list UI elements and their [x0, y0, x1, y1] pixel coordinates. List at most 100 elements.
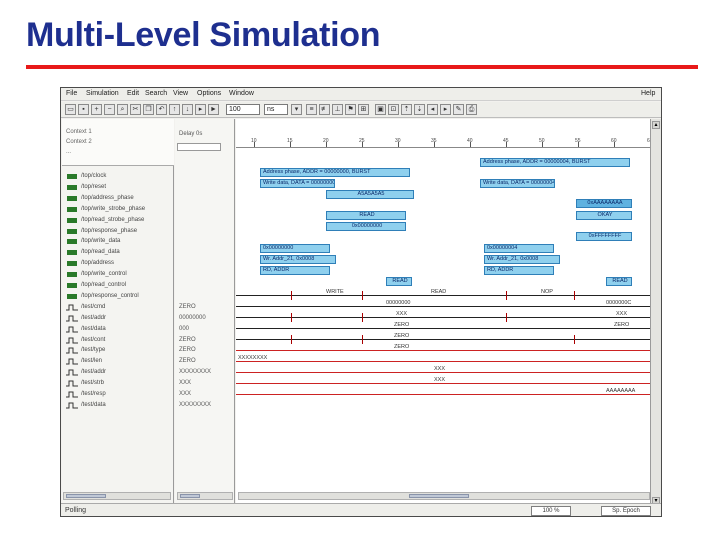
wave-wctl-b[interactable]: Wr. Addr_21, 0x0008	[484, 255, 560, 264]
wave-ctrl-a[interactable]: 0x00000000	[260, 244, 330, 253]
signal-row[interactable]: /top/write_strobe_phase	[66, 204, 145, 214]
zoom-fit-icon[interactable]: ▣	[375, 104, 386, 115]
scroll-up-icon[interactable]: ▴	[652, 121, 660, 129]
signal-row[interactable]: /top/write_data	[66, 236, 120, 246]
signal-name: /top/read_data	[81, 249, 120, 255]
unit-select[interactable]: ns	[264, 104, 288, 115]
menu-search[interactable]: Search	[145, 90, 167, 97]
menu-file[interactable]: File	[66, 90, 77, 97]
signal-row[interactable]: /top/address_phase	[66, 193, 134, 203]
signal-hscroll-thumb[interactable]	[66, 494, 106, 498]
cut-icon[interactable]: ✂	[130, 104, 141, 115]
timeline-tick-label: 35	[431, 138, 437, 144]
value-filter-input[interactable]	[177, 143, 221, 151]
signal-up-icon[interactable]: ⇡	[401, 104, 412, 115]
timeline-tick-label: 15	[287, 138, 293, 144]
grid-icon[interactable]: ⊞	[358, 104, 369, 115]
wave-add-icon[interactable]: ≡	[306, 104, 317, 115]
wave-rdata[interactable]: 0xAAAAAAAA	[576, 199, 632, 208]
wave-data-a[interactable]: 0x00000000	[326, 222, 406, 231]
print-icon[interactable]: ⎙	[466, 104, 477, 115]
vertical-scrollbar[interactable]: ▴ ▾	[651, 119, 661, 509]
wave-response-a[interactable]: READ	[326, 211, 406, 220]
menu-simulation[interactable]: Simulation	[86, 90, 119, 97]
menu-window[interactable]: Window	[229, 90, 254, 97]
signal-row[interactable]: /top/response_control	[66, 291, 139, 301]
wave-data-b[interactable]: 0xFFFFFFFF	[576, 232, 632, 241]
undo-icon[interactable]: ↶	[156, 104, 167, 115]
step-icon[interactable]: ▸	[195, 104, 206, 115]
tree-item[interactable]: Context 1	[66, 129, 92, 135]
signal-row[interactable]: /test/type	[66, 345, 105, 355]
signal-row[interactable]: /top/address	[66, 258, 114, 268]
edge-prev-icon[interactable]: ◂	[427, 104, 438, 115]
zoom-out-icon[interactable]: −	[104, 104, 115, 115]
signal-value: 000	[179, 326, 190, 332]
wave-cmd-b[interactable]: READ	[606, 277, 632, 286]
signal-down-icon[interactable]: ⇣	[414, 104, 425, 115]
save-icon[interactable]: ▪	[78, 104, 89, 115]
signal-row[interactable]: /top/read_control	[66, 280, 126, 290]
menu-options[interactable]: Options	[197, 90, 221, 97]
wave-cmd-a[interactable]: READ	[386, 277, 412, 286]
wave-address-a[interactable]: Address phase, ADDR = 00000000, BURST	[260, 168, 410, 177]
wave-rctl-a[interactable]: RD, ADDR	[260, 266, 330, 275]
signal-row[interactable]: /top/response_phase	[66, 226, 137, 236]
signal-row[interactable]: /test/cont	[66, 335, 105, 345]
signal-row[interactable]: /top/read_data	[66, 247, 120, 257]
wave-read-a[interactable]: A5A5A5A5	[326, 190, 414, 199]
wave-hscroll-thumb[interactable]	[409, 494, 469, 498]
wave-write-a[interactable]: Write data, DATA = 00000000	[260, 179, 335, 188]
signal-row[interactable]: /top/write_control	[66, 269, 127, 279]
signal-row[interactable]: /test/len	[66, 356, 102, 366]
wave-rctl-b[interactable]: RD, ADDR	[484, 266, 554, 275]
signal-row[interactable]: /test/addr	[66, 313, 106, 323]
signal-name: /test/cont	[81, 337, 106, 343]
wave-write-b[interactable]: Write data, DATA = 00000004	[480, 179, 555, 188]
menu-help[interactable]: Help	[641, 90, 655, 97]
signal-row[interactable]: /test/data	[66, 324, 106, 334]
signal-row[interactable]: /test/strb	[66, 378, 104, 388]
menu-view[interactable]: View	[173, 90, 188, 97]
edge-next-icon[interactable]: ▸	[440, 104, 451, 115]
signal-row[interactable]: /top/read_strobe_phase	[66, 215, 144, 225]
signal-hscrollbar[interactable]	[63, 492, 171, 500]
wave-address-b[interactable]: Address phase, ADDR = 00000004, BURST	[480, 158, 630, 167]
bus-signal-icon	[66, 271, 78, 278]
signal-name: /test/strb	[81, 380, 105, 386]
signal-row[interactable]: /test/data	[66, 400, 106, 410]
cursor-icon[interactable]: ⊥	[332, 104, 343, 115]
signal-name: /top/reset	[81, 184, 107, 190]
value-hscrollbar[interactable]	[177, 492, 233, 500]
status-mode: Sp. Epoch	[601, 506, 651, 516]
waveform-signal-icon	[66, 391, 78, 398]
wave-response-b[interactable]: OKAY	[576, 211, 632, 220]
tree-item[interactable]: ...	[66, 149, 71, 155]
run-icon[interactable]: ►	[208, 104, 219, 115]
wave-ctrl-b[interactable]: 0x00000004	[484, 244, 554, 253]
signal-name: /test/type	[81, 347, 106, 353]
signal-name: /top/write_strobe_phase	[81, 206, 146, 212]
menu-edit[interactable]: Edit	[127, 90, 139, 97]
marker-icon[interactable]: ✎	[453, 104, 464, 115]
time-input[interactable]: 100	[226, 104, 260, 115]
bookmark-icon[interactable]: ⚑	[345, 104, 356, 115]
arrow-up-icon[interactable]: ↑	[169, 104, 180, 115]
copy-icon[interactable]: ❐	[143, 104, 154, 115]
wave-wctl-a[interactable]: Wr. Addr_21, 0x0008	[260, 255, 336, 264]
signal-row[interactable]: /test/cmd	[66, 302, 105, 312]
search-icon[interactable]: ⌕	[117, 104, 128, 115]
signal-row[interactable]: /top/reset	[66, 182, 106, 192]
tree-item[interactable]: Context 2	[66, 139, 92, 145]
value-hscroll-thumb[interactable]	[180, 494, 200, 498]
signal-row[interactable]: /test/addr	[66, 367, 106, 377]
signal-row[interactable]: /top/clock	[66, 171, 106, 181]
arrow-down-icon[interactable]: ↓	[182, 104, 193, 115]
zoom-area-icon[interactable]: ⊡	[388, 104, 399, 115]
wave-hscrollbar[interactable]	[238, 492, 650, 500]
zoom-in-icon[interactable]: +	[91, 104, 102, 115]
dropdown-icon[interactable]: ▾	[291, 104, 302, 115]
wave-remove-icon[interactable]: ≢	[319, 104, 330, 115]
signal-row[interactable]: /test/resp	[66, 389, 106, 399]
open-icon[interactable]: ▭	[65, 104, 76, 115]
